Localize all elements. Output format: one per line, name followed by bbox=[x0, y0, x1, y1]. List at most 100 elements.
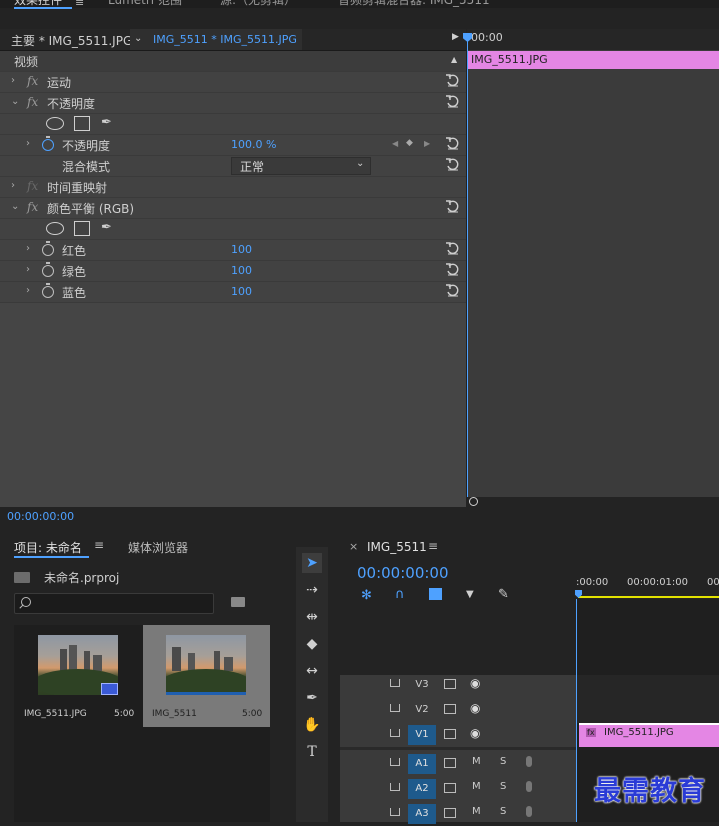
expand-arrow-icon[interactable]: ▶ bbox=[452, 32, 459, 42]
rectangle-mask-icon[interactable] bbox=[74, 116, 90, 131]
chevron-right-icon[interactable]: › bbox=[26, 243, 30, 254]
lock-icon[interactable] bbox=[390, 783, 400, 791]
stopwatch-icon[interactable] bbox=[42, 241, 54, 256]
reset-icon[interactable] bbox=[445, 262, 459, 276]
lock-icon[interactable] bbox=[390, 808, 400, 816]
microphone-icon[interactable] bbox=[526, 781, 532, 792]
next-keyframe-icon[interactable]: ▶ bbox=[424, 139, 430, 148]
lock-icon[interactable] bbox=[390, 679, 400, 687]
eye-icon[interactable]: ◉ bbox=[470, 676, 480, 690]
mute-button[interactable]: M bbox=[472, 756, 481, 767]
reset-icon[interactable] bbox=[445, 199, 459, 213]
project-item[interactable]: IMG_5511.JPG 5:00 bbox=[14, 625, 142, 727]
lock-icon[interactable] bbox=[390, 704, 400, 712]
sequence-tab[interactable]: IMG_5511 bbox=[367, 540, 427, 554]
sync-lock-icon[interactable] bbox=[444, 704, 456, 714]
track-select-tool-icon[interactable]: ⇢ bbox=[302, 580, 322, 600]
razor-tool-icon[interactable]: ◆ bbox=[302, 634, 322, 654]
pen-tool-icon[interactable]: ✒ bbox=[302, 688, 322, 708]
microphone-icon[interactable] bbox=[526, 806, 532, 817]
work-area-bar[interactable] bbox=[578, 596, 719, 598]
ellipse-mask-icon[interactable] bbox=[46, 222, 64, 235]
fx-icon[interactable]: fx bbox=[27, 95, 38, 109]
lock-icon[interactable] bbox=[390, 758, 400, 766]
section-video[interactable]: 视频 ▲ bbox=[0, 51, 466, 72]
sync-lock-icon[interactable] bbox=[444, 679, 456, 689]
red-value[interactable]: 100 bbox=[231, 243, 252, 256]
project-item-selected[interactable]: IMG_5511 5:00 bbox=[143, 625, 270, 727]
solo-button[interactable]: S bbox=[500, 756, 506, 767]
timeline-clip[interactable]: fx IMG_5511.JPG bbox=[579, 723, 719, 747]
track-v3-label[interactable]: V3 bbox=[408, 675, 436, 695]
solo-button[interactable]: S bbox=[500, 781, 506, 792]
ripple-edit-tool-icon[interactable]: ⇹ bbox=[302, 607, 322, 627]
playhead-line[interactable] bbox=[467, 37, 468, 499]
reset-icon[interactable] bbox=[445, 94, 459, 108]
track-v2-label[interactable]: V2 bbox=[408, 700, 436, 720]
panel-menu-icon[interactable]: ≡ bbox=[94, 538, 104, 552]
reset-icon[interactable] bbox=[445, 241, 459, 255]
zoom-scrollbar[interactable] bbox=[467, 497, 719, 507]
type-tool-icon[interactable]: T bbox=[302, 742, 322, 762]
reset-icon[interactable] bbox=[445, 283, 459, 297]
linked-selection-icon[interactable] bbox=[429, 588, 442, 600]
pen-mask-icon[interactable]: ✒ bbox=[101, 115, 112, 130]
mute-button[interactable]: M bbox=[472, 781, 481, 792]
chevron-down-icon[interactable]: ⌄ bbox=[11, 96, 19, 107]
sync-lock-icon[interactable] bbox=[444, 783, 456, 793]
clip-bar[interactable]: IMG_5511.JPG bbox=[467, 51, 719, 69]
wrench-icon[interactable]: ✎ bbox=[498, 587, 509, 602]
slip-tool-icon[interactable]: ↔ bbox=[302, 661, 322, 681]
search-input[interactable] bbox=[14, 593, 214, 614]
reset-icon[interactable] bbox=[445, 157, 459, 171]
reset-icon[interactable] bbox=[445, 136, 459, 150]
tab-clip[interactable]: IMG_5511 * IMG_5511.JPG bbox=[153, 33, 297, 46]
eye-icon[interactable]: ◉ bbox=[470, 726, 480, 740]
prev-keyframe-icon[interactable]: ◀ bbox=[392, 139, 398, 148]
stopwatch-icon[interactable] bbox=[42, 283, 54, 298]
stopwatch-icon[interactable] bbox=[42, 136, 54, 151]
track-v1-label[interactable]: V1 bbox=[408, 725, 436, 745]
mute-button[interactable]: M bbox=[472, 806, 481, 817]
panel-menu-icon[interactable]: ≡ bbox=[428, 539, 438, 553]
sync-lock-icon[interactable] bbox=[444, 758, 456, 768]
rectangle-mask-icon[interactable] bbox=[74, 221, 90, 236]
chevron-right-icon[interactable]: › bbox=[26, 138, 30, 149]
effect-time-remap[interactable]: › fx 时间重映射 bbox=[0, 177, 466, 198]
chevron-right-icon[interactable]: › bbox=[11, 180, 15, 191]
playhead-line[interactable] bbox=[576, 599, 577, 822]
chevron-down-icon[interactable]: ⌄ bbox=[11, 201, 19, 212]
fx-icon[interactable]: fx bbox=[27, 200, 38, 214]
sequence-timecode[interactable]: 00:00:00:00 bbox=[357, 564, 449, 582]
reset-icon[interactable] bbox=[445, 73, 459, 87]
ellipse-mask-icon[interactable] bbox=[46, 117, 64, 130]
tab-lumetri[interactable]: Lumetri 范围 bbox=[108, 0, 182, 8]
effect-color-balance[interactable]: ⌄ fx 颜色平衡 (RGB) bbox=[0, 198, 466, 219]
chevron-right-icon[interactable]: › bbox=[26, 285, 30, 296]
fx-icon[interactable]: fx bbox=[27, 179, 38, 193]
tab-media-browser[interactable]: 媒体浏览器 bbox=[128, 539, 188, 556]
pen-mask-icon[interactable]: ✒ bbox=[101, 220, 112, 235]
fx-icon[interactable]: fx bbox=[27, 74, 38, 88]
magnet-icon[interactable]: ∩ bbox=[395, 587, 405, 602]
stopwatch-icon[interactable] bbox=[42, 262, 54, 277]
blend-mode-select[interactable]: 正常 ⌄ bbox=[231, 157, 371, 175]
tab-audio-mixer[interactable]: 音频剪辑混合器: IMG_5511 bbox=[338, 0, 490, 8]
hand-tool-icon[interactable]: ✋ bbox=[302, 715, 322, 735]
blue-value[interactable]: 100 bbox=[231, 285, 252, 298]
add-keyframe-icon[interactable]: ◆ bbox=[406, 138, 413, 148]
panel-menu-icon[interactable]: ≡ bbox=[75, 0, 84, 8]
track-a1-label[interactable]: A1 bbox=[408, 754, 436, 774]
snap-icon[interactable]: ✻ bbox=[361, 588, 372, 603]
opacity-value[interactable]: 100.0 % bbox=[231, 138, 276, 151]
tab-project[interactable]: 项目: 未命名 bbox=[14, 539, 82, 556]
track-a3-label[interactable]: A3 bbox=[408, 804, 436, 824]
lock-icon[interactable] bbox=[390, 729, 400, 737]
green-value[interactable]: 100 bbox=[231, 264, 252, 277]
solo-button[interactable]: S bbox=[500, 806, 506, 817]
effect-opacity[interactable]: ⌄ fx 不透明度 bbox=[0, 93, 466, 114]
zoom-handle-icon[interactable] bbox=[469, 497, 478, 506]
close-icon[interactable]: × bbox=[349, 540, 358, 553]
selection-tool-icon[interactable]: ➤ bbox=[302, 553, 322, 573]
scroll-up-icon[interactable]: ▲ bbox=[451, 55, 457, 64]
